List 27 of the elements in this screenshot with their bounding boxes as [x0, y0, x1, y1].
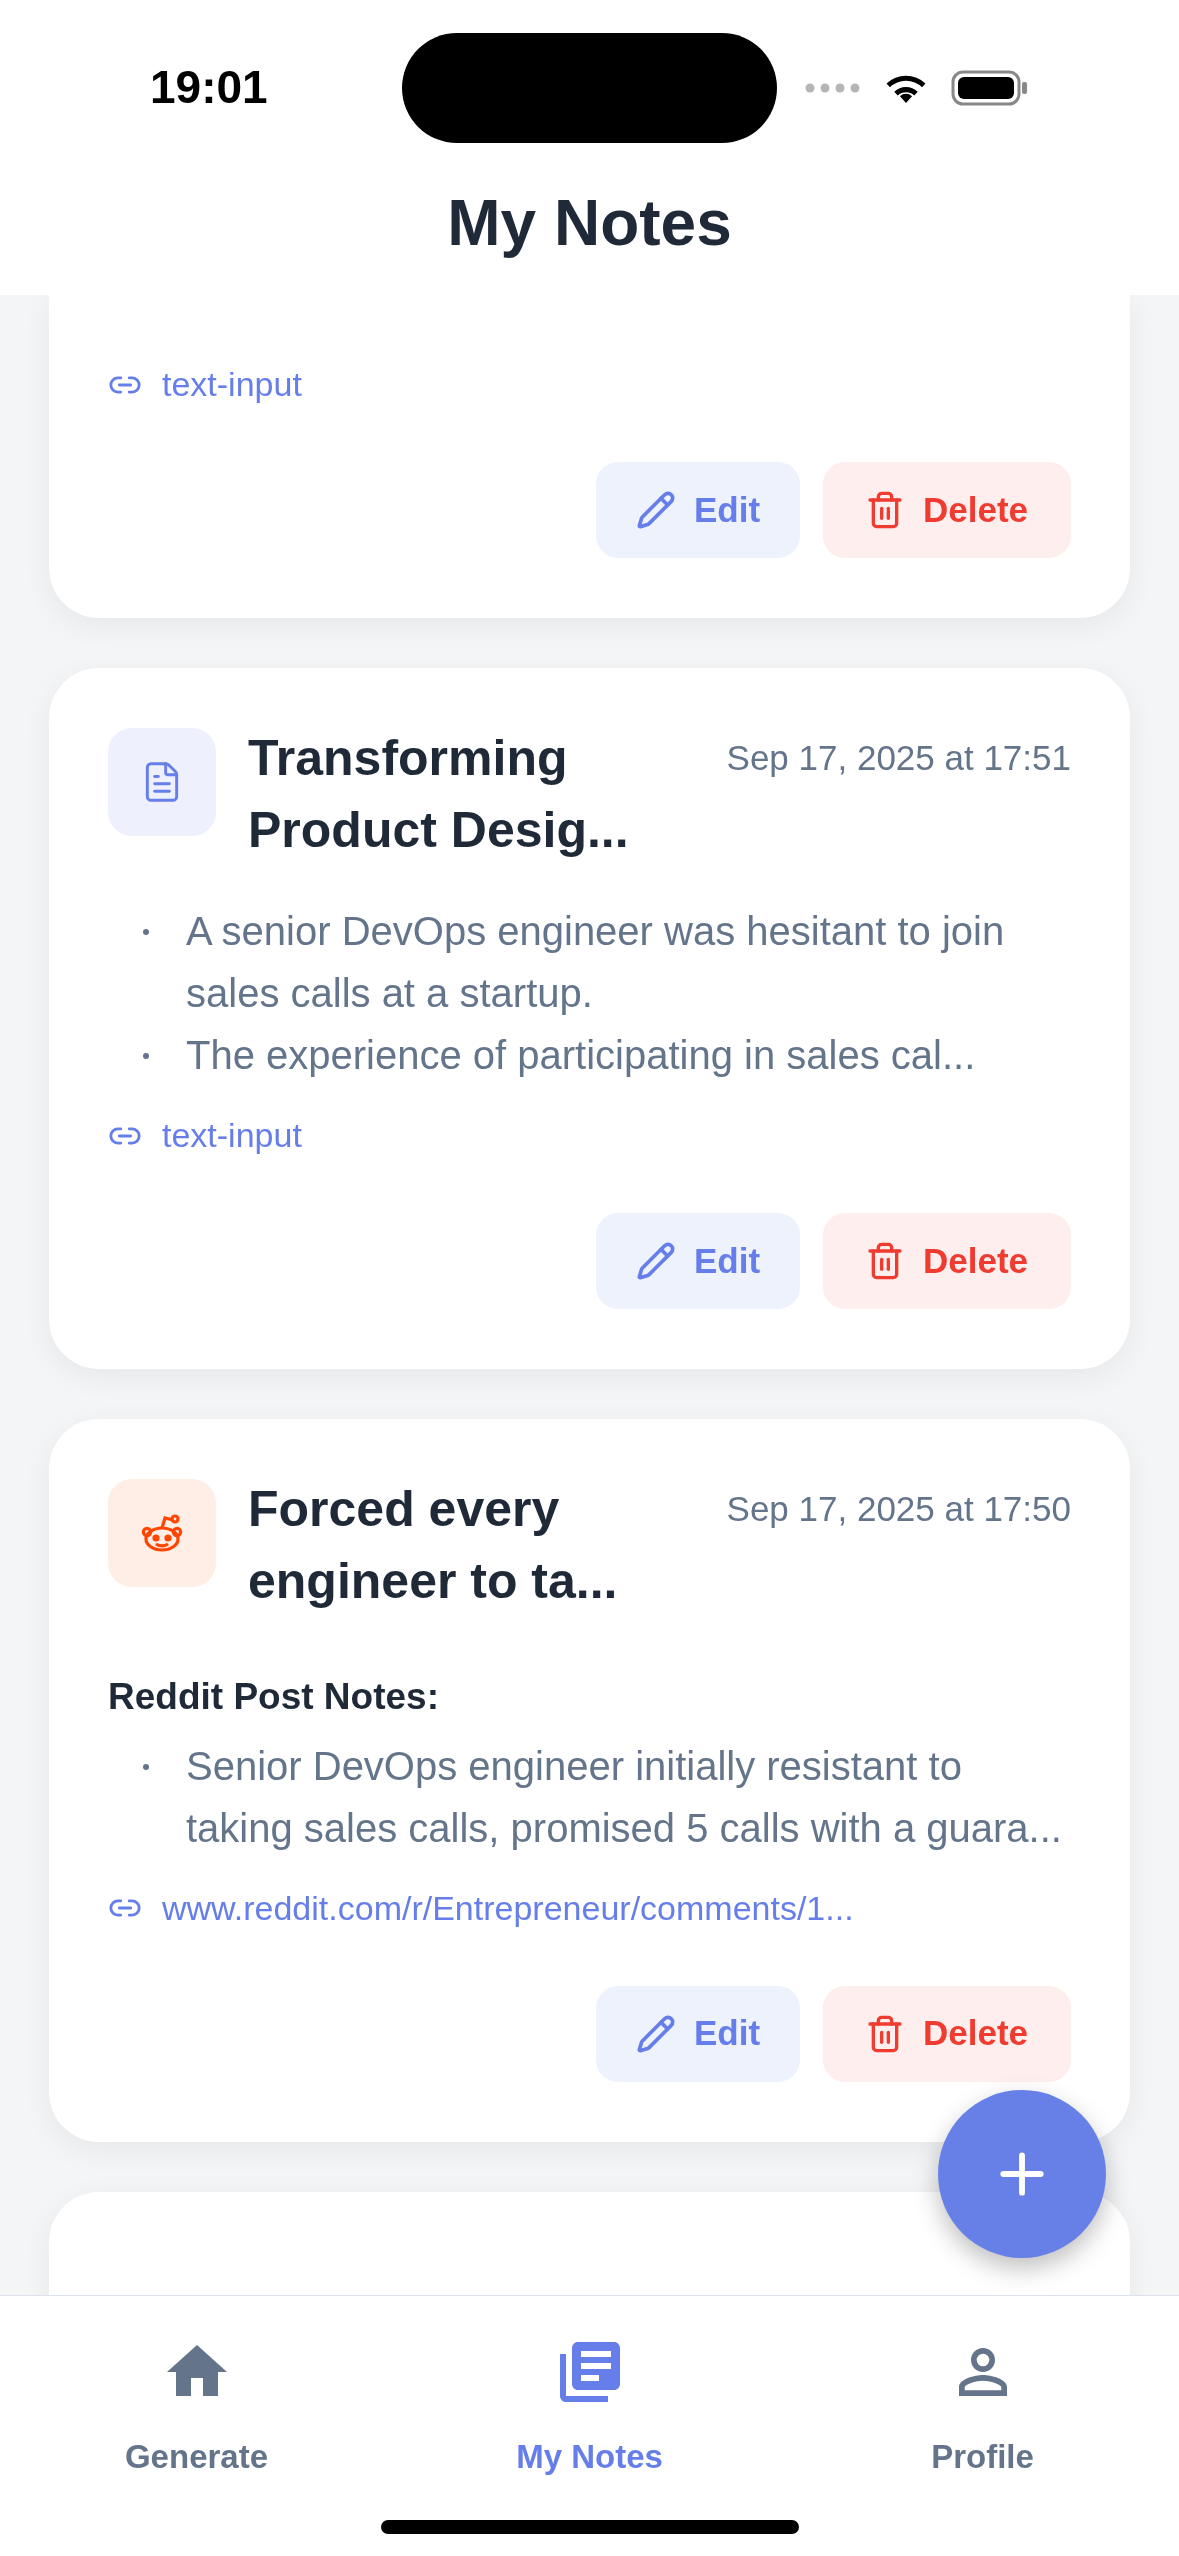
- tab-item[interactable]: Generate: [0, 2336, 393, 2482]
- pencil-icon: [635, 1241, 676, 1281]
- note-date: Sep 17, 2025 at 17:50: [726, 1488, 1071, 1530]
- note-date: Sep 17, 2025 at 17:51: [726, 737, 1071, 779]
- source-link[interactable]: text-input: [162, 359, 302, 410]
- note-title: Transforming Product Desig...: [248, 729, 630, 860]
- edit-button[interactable]: Edit: [596, 462, 800, 558]
- pencil-icon: [635, 2013, 676, 2054]
- delete-button[interactable]: Delete: [823, 462, 1071, 558]
- note-bullet: A senior DevOps engineer was hesitant to join sales calls at a startup.: [186, 908, 1006, 1017]
- delete-button[interactable]: Delete: [823, 1213, 1071, 1309]
- note-bullet: The experience of participating in sales cal...: [186, 1032, 976, 1079]
- pencil-icon: [635, 490, 676, 530]
- edit-button[interactable]: Edit: [596, 1985, 800, 2082]
- tab-item[interactable]: Profile: [786, 2336, 1179, 2482]
- note-bullet: Senior DevOps engineer initially resistant to taking sales calls, promised 5 calls with a guara...: [186, 1742, 1063, 1852]
- signal-icon: [805, 82, 861, 93]
- source-link[interactable]: www.reddit.com/r/Entrepreneur/comments/1...: [162, 1882, 854, 1934]
- notes-heading: Reddit Post Notes:: [108, 1675, 440, 1719]
- tab-item[interactable]: My Notes: [393, 2336, 786, 2482]
- page-title: My Notes: [447, 186, 732, 261]
- edit-button[interactable]: Edit: [596, 1213, 800, 1309]
- status-time: 19:01: [150, 60, 268, 115]
- note-title: Forced every engineer to ta...: [248, 1480, 619, 1611]
- delete-button[interactable]: Delete: [823, 1985, 1071, 2082]
- battery-icon: [951, 69, 1029, 106]
- source-link[interactable]: text-input: [162, 1110, 302, 1161]
